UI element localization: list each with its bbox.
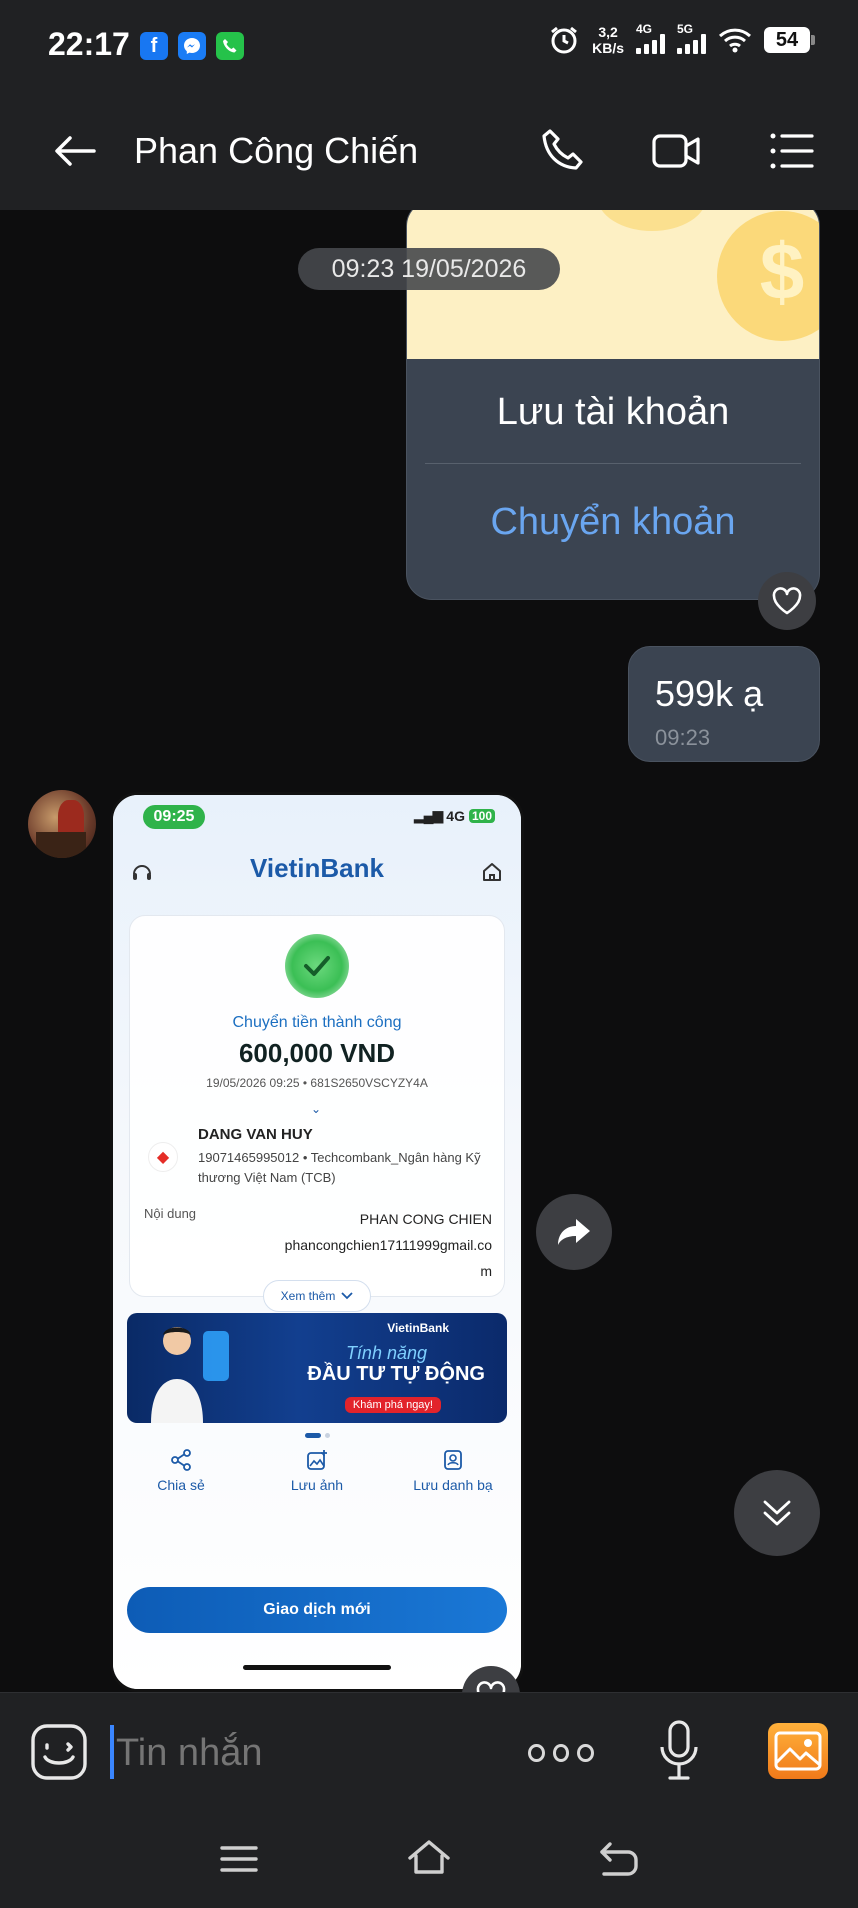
received-image[interactable]: 09:25 ▂▄▆ 4G 100 VietinBank Chuyển tiền … [110, 792, 524, 1692]
chat-header: Phan Công Chiến [0, 90, 858, 210]
contact-book-icon [444, 1450, 462, 1470]
wifi-icon [718, 28, 752, 53]
vietinbank-logo: VietinBank [250, 853, 384, 883]
image-gallery-button[interactable] [768, 1723, 828, 1779]
menu-list-icon[interactable] [764, 124, 818, 178]
double-chevron-down-icon [763, 1500, 791, 1526]
image-save-icon [307, 1450, 327, 1470]
carousel-dots [305, 1433, 330, 1438]
timestamp-pill: 09:23 19/05/2026 [298, 248, 560, 290]
chevron-down-icon [341, 1292, 353, 1300]
success-text: Chuyển tiền thành công [232, 1014, 402, 1031]
promo-banner: VietinBank Tính năng ĐẦU TƯ TỰ ĐỘNG Khám… [127, 1313, 507, 1423]
svg-text:$: $ [760, 229, 805, 316]
save-image-action: Lưu ảnh [257, 1449, 377, 1493]
sticker-emoji-icon[interactable] [30, 1723, 88, 1781]
image-status-network: ▂▄▆ 4G 100 [414, 807, 495, 824]
home-icon [483, 863, 501, 881]
content-label: Nội dung [144, 1206, 197, 1221]
content-value: PHAN CONG CHIEN phancongchien17111999gma… [284, 1211, 492, 1279]
more-options-button[interactable] [528, 1733, 595, 1773]
transaction-receipt: Chuyển tiền thành công 600,000 VND 19/05… [129, 915, 505, 1312]
alarm-icon [551, 26, 578, 54]
status-bar: 22:17 f 3,2 KB/s 4G 5G 54 [0, 0, 858, 90]
techcombank-icon: ◆ [148, 1142, 178, 1172]
message-text: 599k ạ [655, 673, 764, 714]
contact-name[interactable]: Phan Công Chiến [134, 130, 418, 172]
receipt-actions: Chia sẻ Lưu ảnh Lưu danh bạ [113, 1449, 521, 1493]
system-navigation-bar [0, 1810, 858, 1908]
home-indicator [243, 1665, 391, 1670]
composer-bar [0, 1692, 858, 1810]
scroll-to-bottom-button[interactable] [734, 1470, 820, 1556]
person-illustration [151, 1327, 229, 1423]
heart-icon [476, 1681, 506, 1692]
network-speed: 3,2 KB/s [592, 24, 624, 56]
text-cursor [110, 1725, 114, 1779]
dollar-coin-icon: $ [760, 229, 805, 316]
sent-message-bubble[interactable]: 599k ạ 09:23 [628, 646, 820, 762]
save-account-button[interactable]: Lưu tài khoản [407, 391, 819, 434]
heart-icon [772, 587, 802, 615]
facebook-icon: f [140, 32, 168, 60]
video-call-icon[interactable] [650, 124, 704, 178]
new-transaction-button: Giao dịch mới [127, 1587, 507, 1633]
microphone-icon[interactable] [658, 1719, 700, 1783]
recent-apps-icon[interactable] [216, 1836, 262, 1882]
message-input[interactable] [116, 1727, 476, 1779]
back-arrow-icon[interactable] [52, 128, 98, 174]
transfer-button[interactable]: Chuyển khoản [407, 501, 819, 544]
share-action: Chia sẻ [121, 1449, 241, 1493]
back-nav-icon[interactable] [596, 1836, 642, 1882]
phone-call-icon[interactable] [536, 124, 590, 178]
recipient-name: DANG VAN HUY [198, 1126, 313, 1143]
transfer-amount: 600,000 VND [238, 1038, 396, 1068]
home-nav-icon[interactable] [406, 1836, 452, 1882]
status-time: 22:17 [48, 26, 130, 62]
transaction-meta: 19/05/2026 09:25 • 681S2650VSCYZY4A [206, 1076, 428, 1090]
signal-4g-icon: 4G [636, 22, 665, 54]
phone-app-icon [216, 32, 244, 60]
see-more-button: Xem thêm [263, 1280, 371, 1312]
avatar[interactable] [28, 790, 96, 858]
image-icon [774, 1731, 822, 1771]
message-time: 09:23 [655, 725, 711, 750]
recipient-account: 19071465995012 • Techcombank_Ngân hàng K… [198, 1150, 481, 1185]
like-button[interactable] [758, 572, 816, 630]
share-icon [171, 1449, 191, 1471]
save-contact-action: Lưu danh bạ [393, 1449, 513, 1493]
divider [425, 463, 801, 464]
notification-icons: f [140, 32, 244, 60]
chevron-down-icon: ⌄ [311, 1102, 322, 1116]
signal-5g-icon: 5G [677, 22, 706, 54]
messenger-icon [178, 32, 206, 60]
battery-indicator: 54 [764, 27, 815, 53]
forward-arrow-icon [558, 1219, 590, 1245]
forward-button[interactable] [536, 1194, 612, 1270]
success-check-icon [285, 934, 349, 998]
status-indicators: 3,2 KB/s 4G 5G 54 [548, 22, 815, 56]
image-status-time: 09:25 [143, 805, 205, 829]
message-list[interactable]: $ Lưu tài khoản Chuyển khoản 09:23 19/05… [0, 210, 858, 1692]
